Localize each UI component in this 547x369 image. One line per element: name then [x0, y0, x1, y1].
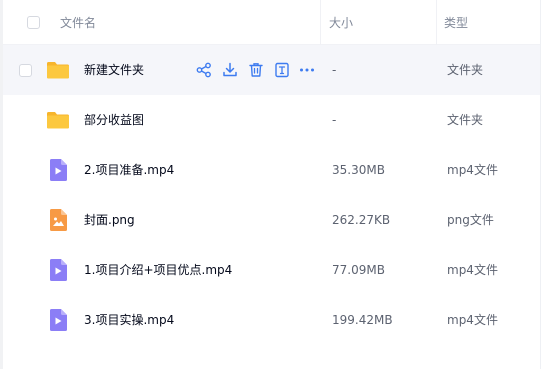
file-name[interactable]: 3.项目实操.mp4	[84, 313, 174, 327]
file-name[interactable]: 新建文件夹	[84, 63, 144, 77]
column-header-size[interactable]: 大小	[329, 16, 353, 30]
video-file-icon	[50, 159, 67, 181]
file-row[interactable]: 3.项目实操.mp4 199.42MB mp4文件	[3, 295, 540, 345]
file-size: -	[332, 63, 337, 77]
file-size: 262.27KB	[332, 213, 391, 227]
folder-icon	[47, 62, 69, 79]
folder-icon	[47, 112, 69, 129]
share-icon[interactable]	[195, 61, 213, 79]
file-type: mp4文件	[447, 313, 498, 327]
select-all-checkbox[interactable]	[27, 16, 40, 29]
video-file-icon	[50, 259, 67, 281]
row-checkbox[interactable]	[19, 64, 32, 77]
file-size: 77.09MB	[332, 263, 385, 277]
file-row[interactable]: 2.项目准备.mp4 35.30MB mp4文件	[3, 145, 540, 195]
file-type: png文件	[447, 213, 494, 227]
column-header-type[interactable]: 类型	[444, 16, 468, 30]
file-type: 文件夹	[447, 113, 484, 127]
file-size: 199.42MB	[332, 313, 393, 327]
more-icon[interactable]	[298, 61, 316, 79]
file-size: 35.30MB	[332, 163, 385, 177]
right-edge-divider	[540, 0, 541, 369]
column-separator	[436, 0, 437, 45]
file-row[interactable]: 封面.png 262.27KB png文件	[3, 195, 540, 245]
file-type: 文件夹	[447, 63, 484, 77]
file-row[interactable]: 部分收益图 - 文件夹	[3, 95, 540, 145]
file-row[interactable]: 新建文件夹 - 文件夹	[3, 45, 540, 95]
file-row[interactable]: 1.项目介绍+项目优点.mp4 77.09MB mp4文件	[3, 245, 540, 295]
file-type: mp4文件	[447, 163, 498, 177]
file-name[interactable]: 部分收益图	[84, 113, 144, 127]
file-list-header: 文件名 大小 类型	[3, 0, 540, 45]
column-header-name[interactable]: 文件名	[60, 16, 96, 30]
file-size: -	[332, 113, 337, 127]
column-separator	[320, 0, 321, 45]
file-list-panel: 文件名 大小 类型 新建文件夹 - 文件夹 部分收益图 - 文件夹 2.项目准备…	[0, 0, 547, 369]
image-file-icon	[50, 209, 67, 231]
delete-icon[interactable]	[247, 61, 265, 79]
file-name[interactable]: 1.项目介绍+项目优点.mp4	[84, 263, 232, 277]
download-icon[interactable]	[221, 61, 239, 79]
file-name[interactable]: 2.项目准备.mp4	[84, 163, 174, 177]
rename-icon[interactable]	[273, 61, 291, 79]
file-type: mp4文件	[447, 263, 498, 277]
video-file-icon	[50, 309, 67, 331]
file-name[interactable]: 封面.png	[84, 213, 135, 227]
